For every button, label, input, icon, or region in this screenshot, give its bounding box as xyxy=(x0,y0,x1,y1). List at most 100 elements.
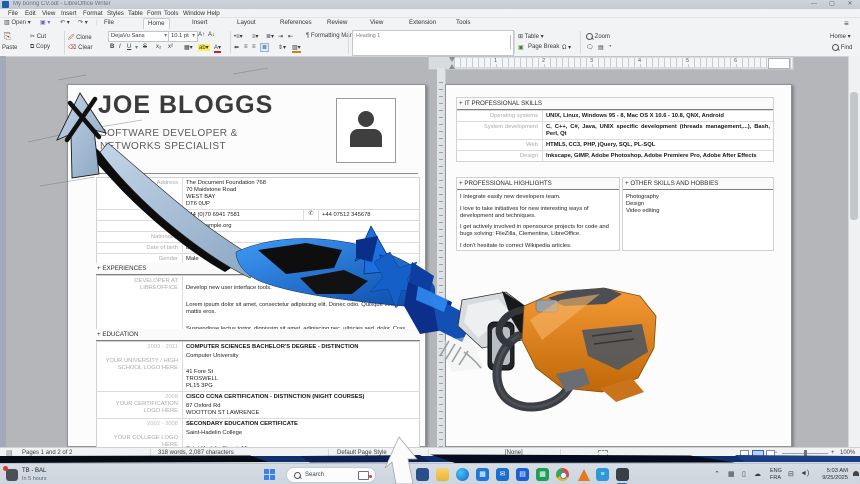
close-button[interactable]: ✕ xyxy=(842,0,858,9)
paste-button[interactable]: Paste xyxy=(2,45,17,51)
taskbar-chrome-icon[interactable] xyxy=(556,468,569,481)
taskbar-search[interactable]: Search xyxy=(286,467,376,483)
menu-file[interactable]: File xyxy=(8,10,18,17)
horizontal-ruler[interactable]: 1 2 3 4 5 6 7 xyxy=(428,56,794,70)
status-page-style[interactable]: Default Page Style xyxy=(337,450,387,456)
tray-grid-icon[interactable]: ▦ xyxy=(728,470,735,478)
special-character-button[interactable]: Ω ▾ xyxy=(562,44,571,51)
superscript-button[interactable]: x² xyxy=(168,44,173,50)
tray-usb-icon[interactable]: ▯ xyxy=(742,470,746,478)
open-button[interactable]: ▥ Open ▾ xyxy=(4,19,31,28)
shrink-font-icon[interactable]: A↓ xyxy=(208,32,215,38)
menu-tools[interactable]: Tools xyxy=(164,10,178,17)
find-button[interactable]: Find xyxy=(832,44,852,51)
font-size-combo[interactable]: 10.1 pt▾ xyxy=(168,31,198,42)
underline-button[interactable]: U xyxy=(127,44,131,50)
menu-form[interactable]: Form xyxy=(147,10,161,17)
comment-icon[interactable]: 🗨 xyxy=(586,44,594,51)
taskbar-explorer-icon[interactable] xyxy=(416,468,429,481)
bullet-list-icon[interactable]: •≡▾ xyxy=(234,33,243,40)
indent-marker-bottom[interactable] xyxy=(449,64,455,69)
tray-cloud-icon[interactable]: ☁ xyxy=(754,470,761,478)
increase-indent-icon[interactable]: ⇥ xyxy=(278,33,283,40)
scrollbar-thumb[interactable] xyxy=(850,92,858,220)
insert-image-icon[interactable]: ▣ xyxy=(518,44,524,51)
tab-tools[interactable]: Tools xyxy=(452,18,474,28)
underline-dropdown-icon[interactable]: ▾ xyxy=(135,44,138,51)
styles-gallery[interactable]: Heading 1 xyxy=(352,30,514,56)
tray-speaker-icon[interactable]: ◄) xyxy=(800,470,809,477)
tab-file[interactable]: File xyxy=(100,18,118,28)
font-color-icon[interactable]: A▾ xyxy=(214,44,221,53)
widget-weather-icon[interactable] xyxy=(6,469,18,481)
outline-list-icon[interactable]: ≣▾ xyxy=(266,33,274,40)
strikethrough-button[interactable]: S xyxy=(143,44,147,50)
menu-help[interactable]: Help xyxy=(207,10,220,17)
clone-button[interactable]: 🖉 Clone xyxy=(68,33,92,43)
taskbar-word-icon[interactable]: ▤ xyxy=(516,468,529,481)
widget-line1[interactable]: TB - BAL xyxy=(22,468,46,474)
subscript-button[interactable]: x₂ xyxy=(156,44,161,50)
italic-button[interactable]: I xyxy=(119,44,121,50)
widget-line2[interactable]: In 5 hours xyxy=(22,476,46,482)
redo-icon[interactable]: ↷ ▾ xyxy=(78,19,88,28)
tray-notification-bell-icon[interactable] xyxy=(853,471,859,476)
bold-button[interactable]: B xyxy=(110,44,114,50)
page-break-button[interactable]: Page Break xyxy=(528,44,559,50)
menu-view[interactable]: View xyxy=(42,10,55,17)
borders-icon[interactable]: ▦▾ xyxy=(184,44,193,51)
taskbar-excel-icon[interactable]: ▦ xyxy=(536,468,549,481)
highlight-color-icon[interactable]: ab▾ xyxy=(198,44,210,51)
hamburger-menu-icon[interactable]: ≡ xyxy=(844,19,849,28)
table-button[interactable]: ⊞ Table ▾ xyxy=(518,33,544,40)
menu-insert[interactable]: Insert xyxy=(61,10,76,17)
menu-table[interactable]: Table xyxy=(128,10,143,17)
menu-edit[interactable]: Edit xyxy=(25,10,36,17)
zoom-button[interactable]: Zoom xyxy=(586,33,610,40)
tray-clock[interactable]: 5:03 AM9/25/2025 xyxy=(812,468,848,481)
track-changes-icon[interactable]: ◔ xyxy=(608,44,612,50)
align-left-icon[interactable]: ⬅ xyxy=(234,44,239,51)
start-button[interactable] xyxy=(264,469,276,481)
taskbar-folder-icon[interactable] xyxy=(436,468,449,481)
minimize-button[interactable]: — xyxy=(806,0,822,9)
status-wordcount[interactable]: 318 words, 2,087 characters xyxy=(158,450,234,456)
tray-chevron-icon[interactable]: ⌃ xyxy=(714,470,720,478)
taskbar-store-icon[interactable]: ▦ xyxy=(476,468,489,481)
zoom-out-icon[interactable]: − xyxy=(774,450,778,456)
taskbar-notes-icon[interactable]: ≡ xyxy=(596,468,609,481)
clear-button[interactable]: ⌫ Clear xyxy=(68,44,93,51)
document-page-1[interactable]: JOE BLOGGS SOFTWARE DEVELOPER & NETWORKS… xyxy=(67,84,426,447)
menu-window[interactable]: Window xyxy=(183,10,205,17)
tab-view[interactable]: View xyxy=(366,18,387,28)
font-name-combo[interactable]: DejaVu Sans▾ xyxy=(108,31,170,42)
save-icon[interactable]: ▣ ▾ xyxy=(40,19,50,28)
formatting-marks-button[interactable]: ¶ Formatting Marks xyxy=(306,33,358,39)
tab-layout[interactable]: Layout xyxy=(233,18,260,28)
status-language[interactable]: [None] xyxy=(505,450,523,456)
line-spacing-icon[interactable]: ⇕▾ xyxy=(278,44,286,51)
numbered-list-icon[interactable]: ≡▾ xyxy=(252,33,259,40)
justify-icon-active[interactable]: ≣ xyxy=(260,43,269,52)
styles-gallery-scrollbar[interactable] xyxy=(510,35,511,49)
edit-mode-icon[interactable]: ▤ xyxy=(598,44,604,51)
selection-mode-icon[interactable] xyxy=(598,450,608,457)
decrease-indent-icon[interactable]: ⇤ xyxy=(288,33,293,40)
taskbar-edge-icon[interactable] xyxy=(456,468,469,481)
grow-font-icon[interactable]: A↑ xyxy=(198,32,205,38)
tab-insert[interactable]: Insert xyxy=(188,18,211,28)
zoom-in-icon[interactable]: + xyxy=(831,450,835,456)
tab-extension[interactable]: Extension xyxy=(405,18,440,28)
tab-review[interactable]: Review xyxy=(323,18,351,28)
taskbar-vlc-icon[interactable] xyxy=(578,469,590,481)
tray-touch-icon[interactable]: ⊟ xyxy=(788,470,794,478)
align-center-icon[interactable]: ≡ xyxy=(244,44,248,50)
status-zoom-level[interactable]: 100% xyxy=(840,450,855,456)
paragraph-bg-icon[interactable]: ▧▾ xyxy=(292,44,301,53)
tray-language[interactable]: ENGFRA xyxy=(770,468,782,481)
taskbar-active-app-icon[interactable] xyxy=(616,468,629,481)
status-pages[interactable]: Pages 1 and 2 of 2 xyxy=(22,450,72,456)
tab-references[interactable]: References xyxy=(276,18,316,28)
tab-home[interactable]: Home xyxy=(143,18,170,29)
ruler-right-margin[interactable] xyxy=(768,58,790,69)
